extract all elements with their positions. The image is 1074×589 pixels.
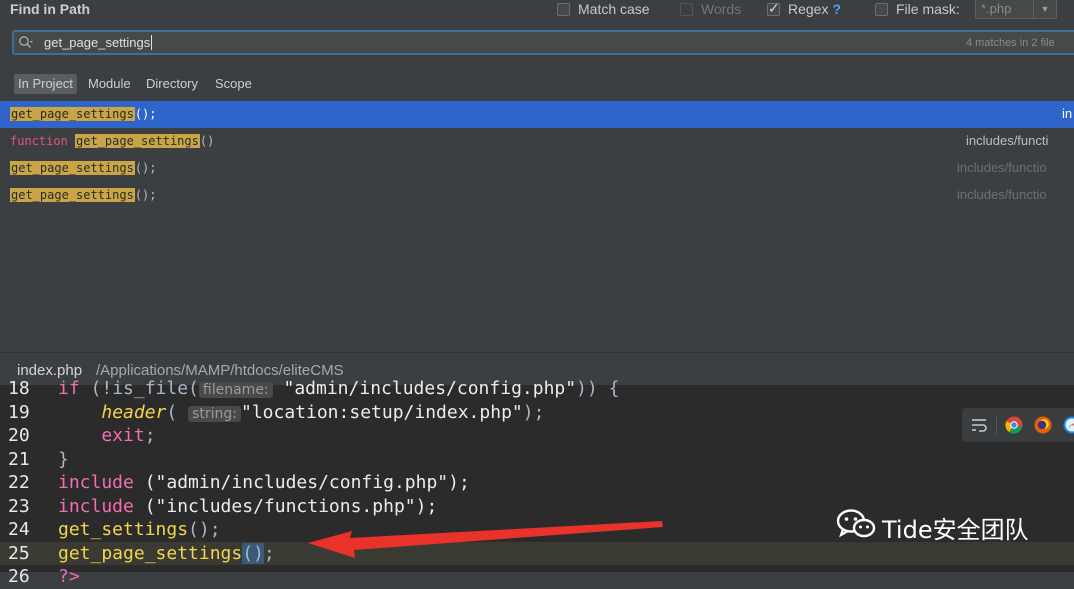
line-number: 19	[8, 401, 38, 424]
text-caret	[151, 35, 152, 50]
match-highlight: get_page_settings	[10, 161, 135, 175]
watermark-text: Tide安全团队	[882, 510, 1029, 545]
result-text: function get_page_settings()	[10, 133, 214, 149]
checkbox-icon	[680, 3, 693, 16]
parameter-hint: string:	[188, 406, 241, 422]
chevron-down-icon[interactable]: ▼	[1033, 0, 1056, 18]
file-mask-label: File mask:	[896, 1, 960, 17]
line-number: 22	[8, 471, 38, 494]
words-checkbox[interactable]: Words	[680, 0, 741, 18]
result-suffix: ()	[200, 134, 214, 148]
words-label: Words	[701, 1, 741, 17]
find-in-path-dialog: Find in Path Match case Words Regex? Fil…	[0, 0, 1074, 352]
match-highlight: get_page_settings	[75, 134, 200, 148]
result-suffix: ();	[135, 107, 157, 121]
scope-directory[interactable]: Directory	[142, 74, 202, 94]
checkmark-icon	[767, 3, 780, 16]
match-highlight: get_page_settings	[10, 107, 135, 121]
result-file: includes/functi	[966, 133, 1048, 149]
code-line: 18 if (!is_file(filename: "admin/include…	[0, 377, 1074, 401]
regex-help-link[interactable]: ?	[832, 1, 841, 17]
result-file: includes/functio	[957, 187, 1047, 203]
chrome-icon[interactable]	[1005, 416, 1023, 434]
file-mask-value: *.php	[981, 1, 1011, 16]
line-number: 26	[8, 565, 38, 588]
scope-module[interactable]: Module	[84, 74, 135, 94]
scope-scope[interactable]: Scope	[211, 74, 256, 94]
result-text: get_page_settings();	[10, 187, 157, 203]
line-number: 20	[8, 424, 38, 447]
result-text: get_page_settings();	[10, 160, 157, 176]
match-case-label: Match case	[578, 1, 650, 17]
checkbox-icon	[875, 3, 888, 16]
regex-label: Regex	[788, 1, 828, 17]
firefox-icon[interactable]	[1034, 416, 1052, 434]
scope-label: In Project	[18, 76, 73, 91]
result-file: in	[1062, 106, 1072, 122]
match-count: 4 matches in 2 file	[966, 36, 1055, 50]
result-row[interactable]: get_page_settings(); includes/functio	[0, 155, 1074, 182]
code-text: include ("includes/functions.php");	[58, 495, 437, 518]
code-text: exit;	[58, 424, 156, 447]
wechat-icon	[836, 508, 876, 540]
code-text: if (!is_file(filename: "admin/includes/c…	[58, 377, 619, 402]
line-number: 21	[8, 448, 38, 471]
regex-checkbox[interactable]: Regex?	[767, 0, 841, 18]
line-number: 25	[8, 542, 38, 565]
result-suffix: ();	[135, 161, 157, 175]
scope-label: Module	[88, 76, 131, 91]
browser-preview-toolbar	[962, 408, 1074, 442]
parameter-hint: filename:	[199, 382, 273, 398]
line-number: 23	[8, 495, 38, 518]
result-row[interactable]: get_page_settings(); in	[0, 101, 1074, 128]
search-field[interactable]: get_page_settings	[12, 30, 1074, 55]
line-number: 24	[8, 518, 38, 541]
code-text: header( string:"location:setup/index.php…	[58, 401, 544, 426]
file-mask-checkbox[interactable]: File mask:	[875, 0, 960, 18]
code-text: get_settings();	[58, 518, 221, 541]
toolbar-divider	[996, 415, 997, 435]
brace-match-highlight: ()	[242, 543, 264, 564]
result-text: get_page_settings();	[10, 106, 157, 122]
code-line-current: 25 get_page_settings();	[0, 542, 1074, 566]
checkbox-icon	[557, 3, 570, 16]
dialog-title: Find in Path	[10, 0, 90, 18]
search-query: get_page_settings	[44, 35, 150, 50]
search-icon[interactable]	[18, 35, 34, 51]
code-text: get_page_settings();	[58, 542, 275, 565]
match-highlight: get_page_settings	[10, 188, 135, 202]
code-text: include ("admin/includes/config.php");	[58, 471, 470, 494]
code-line: 22 include ("admin/includes/config.php")…	[0, 471, 1074, 495]
result-prefix: function	[10, 134, 75, 148]
safari-icon[interactable]	[1063, 416, 1074, 434]
code-line: 21 }	[0, 448, 1074, 472]
code-line: 19 header( string:"location:setup/index.…	[0, 401, 1074, 425]
scope-in-project[interactable]: In Project	[14, 74, 77, 94]
scope-label: Directory	[146, 76, 198, 91]
line-number: 18	[8, 377, 38, 400]
code-line: 20 exit;	[0, 424, 1074, 448]
result-suffix: ();	[135, 188, 157, 202]
code-text: }	[58, 448, 69, 471]
soft-wrap-icon[interactable]	[970, 417, 988, 433]
scope-label: Scope	[215, 76, 252, 91]
code-line: 26 ?>	[0, 565, 1074, 589]
search-input[interactable]: get_page_settings	[44, 34, 152, 52]
result-file: includes/functio	[957, 160, 1047, 176]
file-mask-combobox[interactable]: *.php ▼	[975, 0, 1057, 19]
code-text: ?>	[58, 565, 80, 588]
result-row[interactable]: get_page_settings(); includes/functio	[0, 182, 1074, 209]
result-row[interactable]: function get_page_settings() includes/fu…	[0, 128, 1074, 155]
match-case-checkbox[interactable]: Match case	[557, 0, 650, 18]
